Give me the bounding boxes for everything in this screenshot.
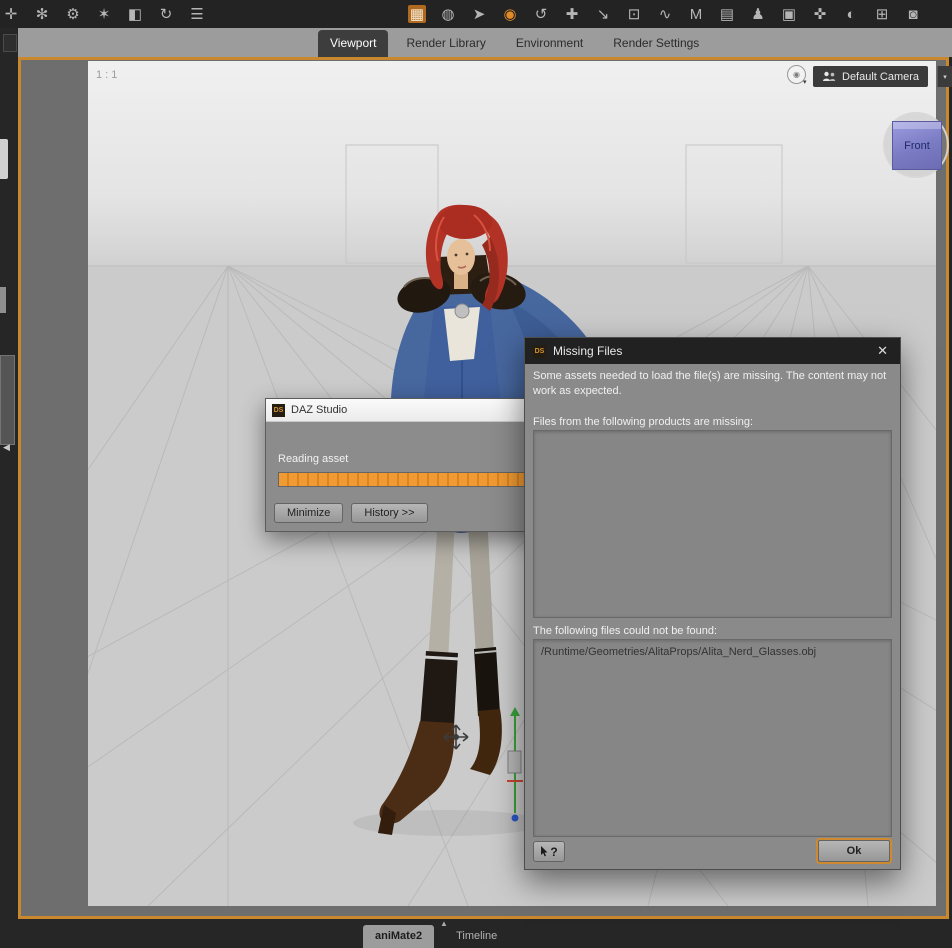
docked-pane-tab[interactable] [0, 287, 6, 313]
aspect-ratio-label: 1 : 1 [96, 69, 118, 81]
add-camera-tool-icon[interactable]: ⊞ [873, 5, 891, 23]
sphere-tool-icon[interactable]: ◍ [439, 5, 457, 23]
missing-files-title: Missing Files [553, 344, 623, 358]
daz-studio-logo-icon: DS [533, 344, 546, 358]
camera-view-tool-icon[interactable]: ▣ [780, 5, 798, 23]
pointer-tool-icon[interactable]: ➤ [470, 5, 488, 23]
surface-tool-icon[interactable]: ◐ [842, 5, 860, 23]
missing-products-list[interactable] [533, 430, 892, 618]
minimize-button[interactable]: Minimize [274, 503, 344, 523]
uv-grid-tool-icon[interactable]: ▦ [408, 5, 426, 23]
progress-dialog-titlebar[interactable]: DS DAZ Studio [266, 399, 564, 422]
pane-tab-strip: Viewport Render Library Environment Rend… [0, 28, 952, 57]
tab-render-settings[interactable]: Render Settings [601, 30, 711, 57]
docked-pane-tab[interactable] [0, 355, 15, 445]
camera-selector[interactable]: Default Camera [813, 66, 929, 87]
gear-tool-icon[interactable]: ⚙ [64, 5, 82, 23]
view-cube[interactable]: Front [892, 121, 942, 170]
cursor-arrow-icon [541, 846, 548, 857]
view-cube-top-face [893, 122, 941, 129]
missing-files-list[interactable]: /Runtime/Geometries/AlitaProps/Alita_Ner… [533, 639, 892, 837]
reload-tool-icon[interactable]: ↻ [157, 5, 175, 23]
progress-dialog-buttons: Minimize History >> [274, 503, 428, 523]
left-dock-rail: ◀ [0, 57, 18, 948]
backdrop-frames [345, 144, 783, 264]
wand-tool-icon[interactable]: ✶ [95, 5, 113, 23]
measure-tool-icon[interactable]: M [687, 5, 705, 23]
close-icon[interactable]: ✕ [873, 343, 892, 359]
missing-files-titlebar[interactable]: DS Missing Files ✕ [525, 338, 900, 364]
missing-files-message: Some assets needed to load the file(s) a… [533, 370, 887, 398]
curve-tool-icon[interactable]: ∿ [656, 5, 674, 23]
node-tool-icon[interactable]: ✛ [2, 5, 20, 23]
figure-tool-icon[interactable]: ♟ [749, 5, 767, 23]
cameraman-icon [823, 71, 836, 81]
toolbar-left-group: ✛ ✻ ⚙ ✶ ◧ ↻ ☰ [2, 0, 206, 28]
main-toolbar: ✛ ✻ ⚙ ✶ ◧ ↻ ☰ ▦ ◍ ➤ ◉ ↺ ✚ ↘ ⊡ ∿ M ▤ ♟ ▣ … [0, 0, 952, 29]
tab-animate2[interactable]: aniMate2 [363, 925, 435, 948]
tab-strip-corner [0, 28, 18, 57]
active-rotate-tool-icon[interactable]: ◉ [501, 5, 519, 23]
camera-selector-label: Default Camera [842, 70, 920, 83]
collapse-pane-arrow-icon[interactable]: ◀ [3, 443, 10, 452]
tab-environment[interactable]: Environment [504, 30, 595, 57]
help-question-label: ? [550, 844, 558, 859]
missing-products-label: Files from the following products are mi… [533, 416, 754, 428]
viewport-options-caret-icon[interactable]: ▾ [803, 78, 807, 86]
tab-viewport[interactable]: Viewport [318, 30, 389, 57]
history-button[interactable]: History >> [351, 503, 428, 523]
camera-dropdown-button[interactable]: ▾ [937, 66, 952, 87]
list-tool-icon[interactable]: ☰ [188, 5, 206, 23]
missing-files-label: The following files could not be found: [533, 625, 718, 637]
toolbar-right-group: ▦ ◍ ➤ ◉ ↺ ✚ ↘ ⊡ ∿ M ▤ ♟ ▣ ✜ ◐ ⊞ ◙ [408, 0, 922, 28]
paint-bucket-tool-icon[interactable]: ◧ [126, 5, 144, 23]
progress-dialog-title: DAZ Studio [291, 404, 348, 416]
daz-studio-logo-icon: DS [272, 403, 285, 417]
tab-render-library[interactable]: Render Library [394, 30, 497, 57]
bottom-dock-bar: ▲ aniMate2 Timeline [0, 919, 952, 948]
tab-timeline[interactable]: Timeline [444, 925, 509, 948]
missing-file-item[interactable]: /Runtime/Geometries/AlitaProps/Alita_Ner… [534, 640, 891, 664]
docked-pane-tab[interactable] [0, 139, 8, 179]
pane-tabs: Viewport Render Library Environment Rend… [318, 30, 711, 57]
snowflake-tool-icon[interactable]: ✻ [33, 5, 51, 23]
progress-status-text: Reading asset [278, 453, 349, 465]
daz-studio-window: ✛ ✻ ⚙ ✶ ◧ ↻ ☰ ▦ ◍ ➤ ◉ ↺ ✚ ↘ ⊡ ∿ M ▤ ♟ ▣ … [0, 0, 952, 948]
progress-bar [278, 472, 550, 487]
dock-handle[interactable] [3, 34, 17, 52]
scale-tool-icon[interactable]: ↘ [594, 5, 612, 23]
node-select-tool-icon[interactable]: ✜ [811, 5, 829, 23]
rotate-tool-icon[interactable]: ↺ [532, 5, 550, 23]
render-tool-icon[interactable]: ◙ [904, 5, 922, 23]
ok-button[interactable]: Ok [818, 840, 890, 862]
bottom-pane-tabs: aniMate2 Timeline [363, 925, 509, 948]
missing-files-dialog: DS Missing Files ✕ Some assets needed to… [524, 337, 901, 870]
geometry-tool-icon[interactable]: ▤ [718, 5, 736, 23]
view-cube-label: Front [904, 139, 930, 152]
context-help-button[interactable]: ? [533, 841, 565, 862]
daz-studio-progress-dialog: DS DAZ Studio Reading asset Minimize His… [265, 398, 565, 532]
translate-tool-icon[interactable]: ✚ [563, 5, 581, 23]
progress-bar-fill [279, 473, 549, 486]
frame-tool-icon[interactable]: ⊡ [625, 5, 643, 23]
